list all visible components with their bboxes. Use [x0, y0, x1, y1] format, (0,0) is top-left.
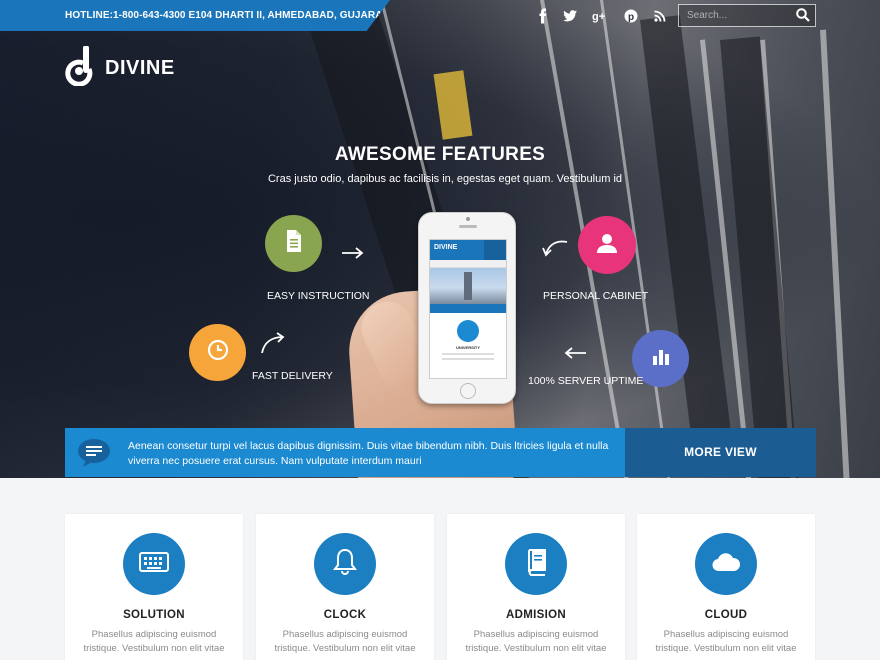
phone-screen-image [430, 268, 506, 304]
service-card[interactable]: CLOUD Phasellus adipiscing euismod trist… [637, 514, 815, 660]
twitter-icon[interactable] [562, 8, 578, 24]
hero-subtitle: Cras justo odio, dapibus ac facilisis in… [267, 173, 623, 185]
phone-screen: DIVINE UNIVERSITY [429, 239, 507, 379]
bar-chart-icon [650, 345, 672, 372]
site-logo[interactable]: DIVINE [65, 44, 175, 91]
arrow-icon [259, 331, 287, 360]
pinterest-icon[interactable]: p [623, 8, 639, 24]
phone-speaker [459, 225, 477, 228]
card-title: CLOUD [704, 609, 748, 621]
phone-mockup: DIVINE UNIVERSITY [418, 212, 516, 404]
arrow-icon [541, 238, 569, 263]
phone-menu-icon [484, 240, 506, 260]
card-icon-circle [695, 533, 757, 595]
hotline-text: HOTLINE:1-800-643-4300 E104 DHARTI II, A… [0, 0, 390, 31]
user-icon [595, 231, 619, 260]
banner-text: Aenean consetur turpi vel lacus dapibus … [128, 440, 609, 467]
card-icon-circle [123, 533, 185, 595]
phone-screen-caption: UNIVERSITY [455, 345, 480, 350]
arrow-icon [562, 346, 588, 365]
chat-bubble-icon [77, 438, 111, 473]
hero-title: AWESOME FEATURES [334, 144, 546, 165]
keyboard-icon [139, 551, 169, 577]
logo-text: DIVINE [105, 56, 175, 79]
feature-label: FAST DELIVERY [252, 370, 333, 382]
phone-screen-text-line [442, 353, 494, 355]
phone-screen-toolbar [430, 260, 506, 268]
card-text: Phasellus adipiscing euismod tristique. … [465, 629, 607, 654]
phone-home-button [460, 383, 476, 399]
feature-circle-fast-delivery[interactable] [189, 324, 246, 381]
feature-label: 100% SERVER UPTIME [528, 375, 644, 387]
bg-building-shade [720, 36, 800, 478]
card-text: Phasellus adipiscing euismod tristique. … [274, 629, 416, 654]
phone-screen-cloud-icon [457, 320, 479, 342]
service-card[interactable]: ADMISION Phasellus adipiscing euismod tr… [447, 514, 625, 660]
card-title: CLOCK [323, 609, 367, 621]
svg-text:p: p [628, 12, 634, 23]
hero-section: HOTLINE:1-800-643-4300 E104 DHARTI II, A… [0, 0, 880, 478]
search-input[interactable] [679, 5, 791, 26]
google-plus-icon[interactable]: g+ [592, 8, 608, 24]
feature-circle-personal-cabinet[interactable] [578, 216, 636, 274]
cloud-icon [711, 552, 741, 577]
feature-label: PERSONAL CABINET [543, 290, 649, 302]
phone-screen-header: DIVINE [430, 240, 506, 260]
phone-camera [466, 217, 470, 221]
logo-mark-icon [65, 44, 95, 91]
svg-text:g+: g+ [592, 11, 605, 23]
feature-label: EASY INSTRUCTION [267, 290, 370, 302]
service-card[interactable]: CLOCK Phasellus adipiscing euismod trist… [256, 514, 434, 660]
search-box [678, 4, 816, 27]
facebook-icon[interactable] [535, 8, 551, 24]
top-bar: HOTLINE:1-800-643-4300 E104 DHARTI II, A… [0, 0, 880, 31]
service-card[interactable]: SOLUTION Phasellus adipiscing euismod tr… [65, 514, 243, 660]
info-banner: Aenean consetur turpi vel lacus dapibus … [65, 428, 625, 477]
document-icon [284, 229, 304, 258]
more-view-button[interactable]: MORE VIEW [625, 428, 816, 477]
phone-screen-logo: DIVINE [434, 244, 458, 251]
bg-yellow-sign [433, 70, 473, 140]
feature-circle-easy-instruction[interactable] [265, 215, 322, 272]
clock-icon [206, 338, 230, 367]
card-icon-circle [505, 533, 567, 595]
bell-icon [333, 548, 357, 581]
card-icon-circle [314, 533, 376, 595]
bg-building-line [820, 29, 853, 478]
phone-screen-caption-bar [430, 304, 506, 313]
arrow-icon [340, 245, 366, 264]
card-text: Phasellus adipiscing euismod tristique. … [655, 629, 797, 654]
phone-screen-text-line [442, 358, 494, 360]
search-icon[interactable] [795, 7, 811, 23]
card-title: ADMISION [506, 609, 566, 621]
card-title: SOLUTION [123, 609, 185, 621]
card-text: Phasellus adipiscing euismod tristique. … [83, 629, 225, 654]
rss-icon[interactable] [652, 8, 668, 24]
book-icon [523, 548, 549, 581]
